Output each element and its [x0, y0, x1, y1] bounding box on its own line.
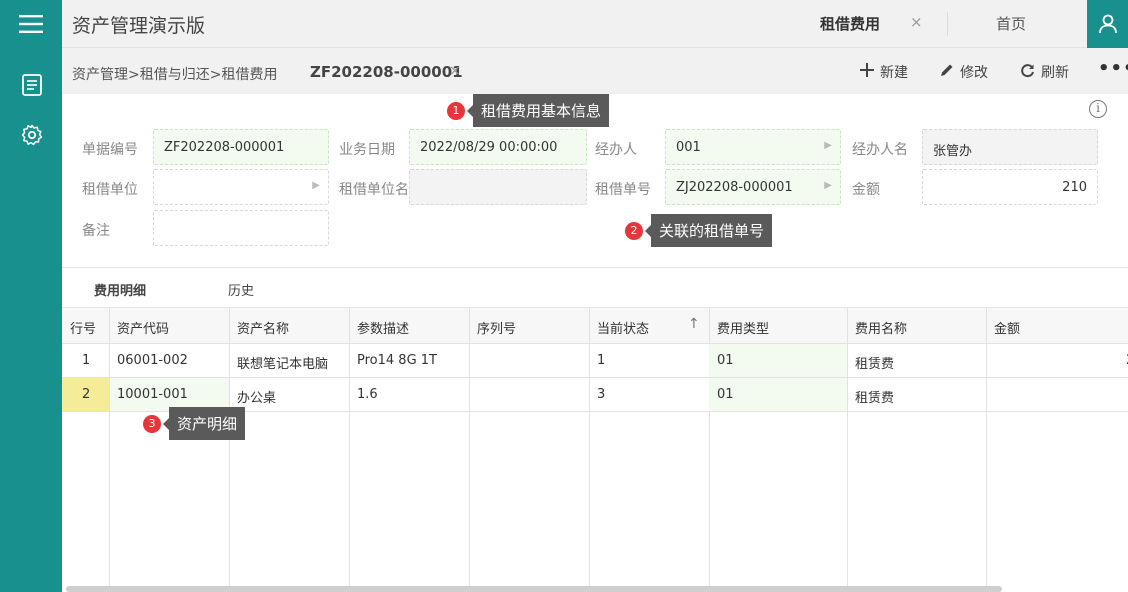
top-bar: 资产管理演示版 租借费用 × 首页	[62, 0, 1128, 48]
document-icon[interactable]	[19, 72, 45, 98]
cell-status[interactable]: 3	[589, 387, 605, 402]
column-divider	[469, 308, 470, 592]
info-icon[interactable]: i	[1089, 100, 1107, 118]
column-header-fee-name[interactable]: 费用名称	[847, 318, 907, 337]
lease-no-value: ZJ202208-000001	[676, 180, 793, 195]
doc-number-tab[interactable]: ZF202208-000001	[310, 63, 463, 81]
tip-text: 资产明细	[162, 407, 246, 440]
tab-history[interactable]: 历史	[228, 280, 254, 299]
column-divider	[589, 308, 590, 592]
column-header-line-no[interactable]: 行号	[62, 318, 96, 337]
new-button[interactable]: 新建	[860, 62, 908, 82]
cell-amount[interactable]: 20	[1118, 353, 1128, 368]
gear-icon[interactable]	[19, 122, 45, 148]
column-header-asset-name[interactable]: 资产名称	[229, 318, 289, 337]
column-divider	[109, 308, 110, 592]
breadcrumb[interactable]: 资产管理>租借与归还>租借费用	[72, 64, 277, 84]
cell-asset-name[interactable]: 联想笔记本电脑	[229, 353, 328, 372]
lease-unit-field[interactable]: ▶	[153, 169, 329, 205]
lease-no-field[interactable]: ZJ202208-000001 ▶	[665, 169, 841, 205]
refresh-button[interactable]: 刷新	[1020, 62, 1069, 82]
cell-line-no[interactable]: 2	[74, 387, 90, 402]
remark-label: 备注	[82, 223, 110, 239]
refresh-button-label: 刷新	[1041, 65, 1069, 81]
more-icon[interactable]: •••	[1098, 58, 1128, 79]
cell-asset-code[interactable]: 06001-002	[109, 353, 188, 368]
horizontal-scrollbar[interactable]	[66, 586, 1002, 592]
tip-text: 关联的租借单号	[644, 214, 773, 247]
tip-text: 租借费用基本信息	[466, 94, 610, 127]
date-label: 业务日期	[339, 142, 395, 158]
handler-value: 001	[676, 140, 701, 155]
column-header-asset-code[interactable]: 资产代码	[109, 318, 169, 337]
tab-fee-detail[interactable]: 费用明细	[94, 280, 146, 299]
handler-label: 经办人	[595, 142, 637, 158]
detail-tabs: 费用明细 历史	[62, 268, 1128, 308]
amount-label: 金额	[852, 182, 880, 198]
tab-close-icon[interactable]: ×	[910, 13, 923, 31]
user-icon[interactable]	[1087, 0, 1128, 48]
fee-detail-table: 行号 资产代码 资产名称 参数描述 序列号 当前状态 ↑ 费用类型 费用名称 金…	[62, 308, 1128, 592]
new-button-label: 新建	[880, 65, 908, 81]
cell-fee-name[interactable]: 租赁费	[847, 387, 894, 406]
cell-fee-type[interactable]: 01	[709, 387, 734, 402]
tip-badge: 2	[625, 221, 643, 240]
cell-status[interactable]: 1	[589, 353, 605, 368]
cell-fee-name[interactable]: 租赁费	[847, 353, 894, 372]
cell-asset-name[interactable]: 办公桌	[229, 387, 276, 406]
cell-param[interactable]: Pro14 8G 1T	[349, 353, 437, 368]
tab-home[interactable]: 首页	[996, 13, 1026, 34]
chevron-right-icon[interactable]: ▶	[312, 180, 320, 191]
refresh-icon	[1020, 63, 1035, 82]
remark-field[interactable]	[153, 210, 329, 246]
column-divider	[349, 308, 350, 592]
doc-close-icon[interactable]: ×	[449, 63, 461, 79]
handler-name-field: 张管办	[922, 129, 1098, 165]
column-header-serial[interactable]: 序列号	[469, 318, 516, 337]
hamburger-icon[interactable]	[0, 0, 62, 47]
lease-unit-name-field	[409, 169, 587, 205]
handler-name-label: 经办人名	[852, 142, 908, 158]
sort-asc-icon[interactable]: ↑	[688, 316, 700, 332]
tip-asset-detail: 3 资产明细	[143, 407, 246, 440]
lease-no-label: 租借单号	[595, 182, 651, 198]
amount-field[interactable]: 210	[922, 169, 1098, 205]
tab-separator	[947, 12, 948, 36]
cell-param[interactable]: 1.6	[349, 387, 378, 402]
tip-badge: 1	[447, 101, 465, 120]
handler-field[interactable]: 001 ▶	[665, 129, 841, 165]
column-header-status[interactable]: 当前状态	[589, 318, 649, 337]
cell-asset-code[interactable]: 10001-001	[109, 387, 188, 402]
row-divider	[62, 343, 1128, 344]
column-divider	[986, 308, 987, 592]
lease-unit-label: 租借单位	[82, 182, 138, 198]
lease-unit-name-label: 租借单位名	[339, 182, 409, 198]
cell-line-no[interactable]: 1	[74, 353, 90, 368]
chevron-right-icon[interactable]: ▶	[824, 180, 832, 191]
edit-button[interactable]: 修改	[940, 62, 988, 82]
column-header-param[interactable]: 参数描述	[349, 318, 409, 337]
column-divider	[847, 308, 848, 592]
toolbar: 资产管理>租借与归还>租借费用 ZF202208-000001 × 新建 修改 …	[62, 48, 1128, 94]
app-title: 资产管理演示版	[72, 15, 206, 37]
pencil-icon	[940, 63, 954, 81]
edit-button-label: 修改	[960, 65, 988, 81]
sidebar	[0, 0, 62, 592]
column-header-fee-type[interactable]: 费用类型	[709, 318, 769, 337]
chevron-right-icon[interactable]: ▶	[824, 140, 832, 151]
tip-basic-info: 1 租借费用基本信息	[447, 94, 610, 127]
cell-fee-type[interactable]: 01	[709, 353, 734, 368]
tip-lease-no: 2 关联的租借单号	[625, 214, 773, 247]
column-header-amount[interactable]: 金额	[986, 318, 1020, 337]
doc-no-field[interactable]: ZF202208-000001	[153, 129, 329, 165]
column-divider	[229, 308, 230, 592]
date-field[interactable]: 2022/08/29 00:00:00	[409, 129, 587, 165]
tab-lease-fee[interactable]: 租借费用	[820, 13, 880, 34]
tip-badge: 3	[143, 414, 161, 433]
doc-no-label: 单据编号	[82, 142, 138, 158]
plus-icon	[860, 63, 874, 81]
